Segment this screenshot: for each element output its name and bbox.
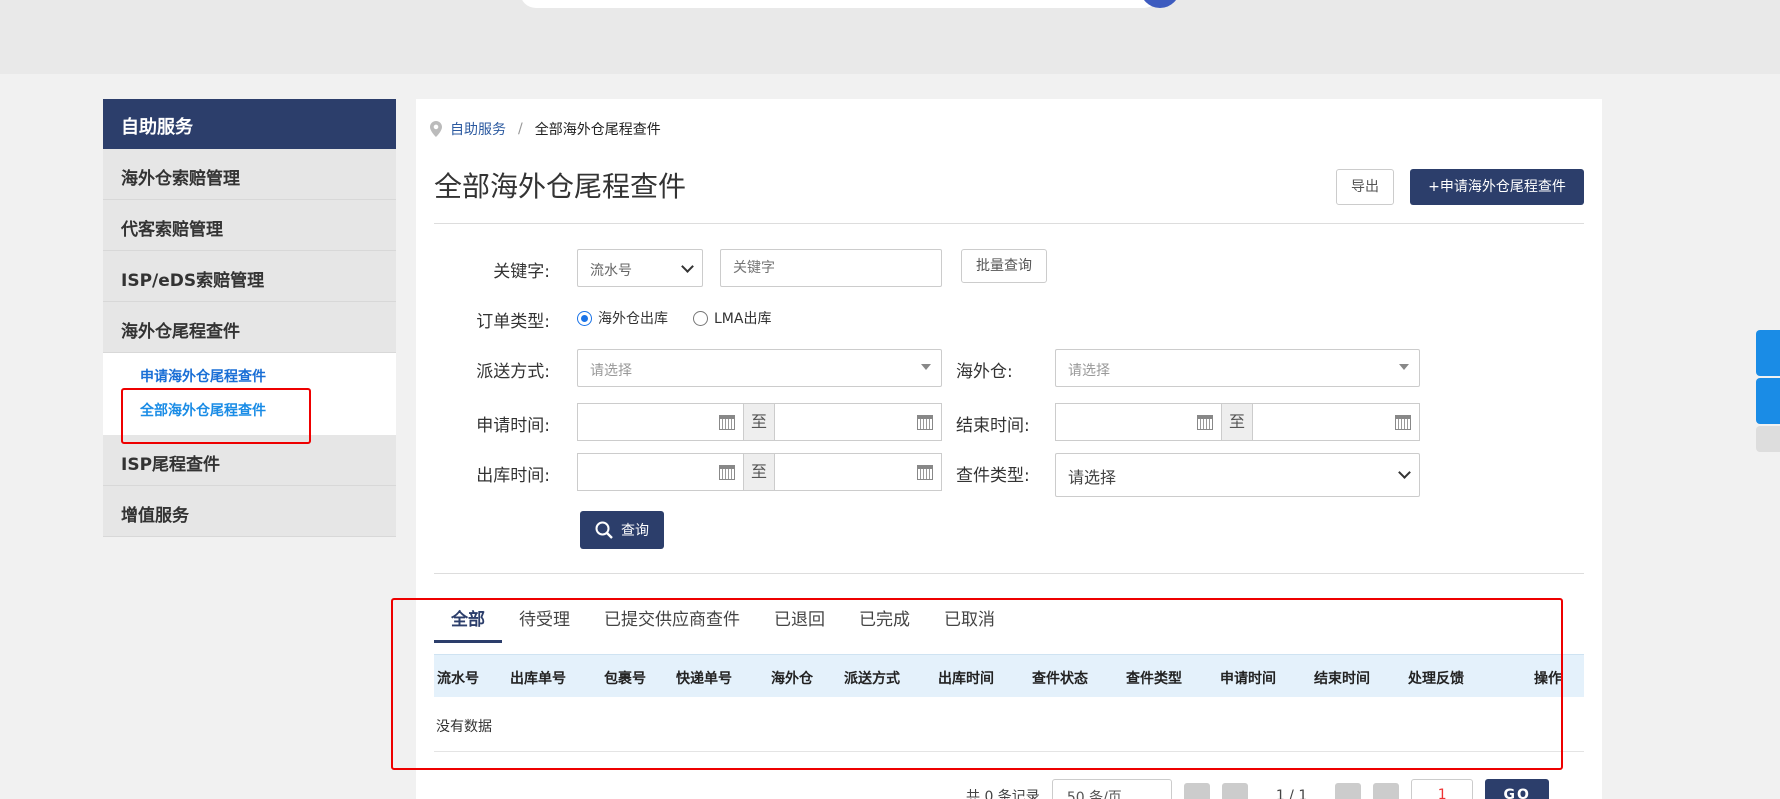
end-time-start[interactable] — [1055, 403, 1222, 441]
go-button[interactable]: GO — [1485, 779, 1550, 799]
breadcrumb: 自助服务 / 全部海外仓尾程查件 — [430, 119, 661, 139]
order-type-label: 订单类型: — [476, 312, 550, 332]
top-band — [0, 0, 1780, 74]
page-title: 全部海外仓尾程查件 — [434, 170, 687, 203]
location-pin-icon — [430, 121, 442, 137]
radio-selected-icon — [577, 310, 592, 326]
outbound-time-label: 出库时间: — [476, 466, 550, 486]
outbound-time-start[interactable] — [577, 453, 744, 491]
range-separator: 至 — [1222, 403, 1252, 441]
query-button-label: 查询 — [621, 523, 649, 539]
first-page-icon[interactable] — [1183, 783, 1210, 799]
sidebar-item-overseas-lastmile[interactable]: 海外仓尾程查件 — [103, 302, 396, 353]
caret-down-icon — [921, 364, 931, 370]
outbound-time-end[interactable] — [774, 453, 942, 491]
caret-down-icon — [1399, 364, 1409, 370]
global-search-bar[interactable] — [520, 0, 1160, 8]
order-type-option-label: LMA出库 — [714, 311, 772, 327]
keyword-input[interactable] — [720, 249, 942, 287]
calendar-icon — [719, 415, 735, 430]
radio-unselected-icon — [693, 310, 708, 326]
query-type-label: 查件类型: — [956, 466, 1030, 486]
calendar-icon — [917, 465, 933, 480]
query-type-value: 请选择 — [1068, 468, 1117, 487]
divider — [434, 223, 1584, 224]
delivery-label: 派送方式: — [476, 362, 550, 382]
sidebar-item-isp-eds-claim[interactable]: ISP/eDS索赔管理 — [103, 251, 396, 302]
last-page-icon[interactable] — [1373, 783, 1400, 799]
calendar-icon — [1395, 415, 1411, 430]
keyword-label: 关键字: — [493, 262, 550, 282]
apply-time-end[interactable] — [774, 403, 942, 441]
breadcrumb-root-link[interactable]: 自助服务 — [450, 119, 506, 139]
prev-page-icon[interactable] — [1221, 783, 1248, 799]
back-to-top-icon[interactable] — [1756, 378, 1780, 424]
apply-time-start[interactable] — [577, 403, 744, 441]
calendar-icon — [1197, 415, 1213, 430]
total-records: 共 0 条记录 — [966, 789, 1040, 799]
end-time-label: 结束时间: — [956, 416, 1030, 436]
end-time-end[interactable] — [1252, 403, 1420, 441]
page-size-value: 50 条/页 — [1066, 790, 1122, 799]
page-number-input[interactable]: 1 — [1411, 779, 1474, 799]
chevron-down-icon — [1398, 466, 1411, 479]
order-type-radio-lma[interactable]: LMA出库 — [693, 308, 771, 328]
calendar-icon — [917, 415, 933, 430]
divider — [434, 573, 1584, 574]
apply-query-button[interactable]: +申请海外仓尾程查件 — [1410, 169, 1584, 205]
query-type-select[interactable]: 请选择 — [1055, 453, 1420, 497]
query-button[interactable]: 查询 — [580, 511, 664, 549]
floating-toolbar — [1756, 330, 1780, 452]
batch-query-button[interactable]: 批量查询 — [961, 249, 1047, 283]
delivery-select[interactable]: 请选择 — [577, 349, 942, 387]
warehouse-select[interactable]: 请选择 — [1055, 349, 1420, 387]
sidebar-item-agent-claim[interactable]: 代客索赔管理 — [103, 200, 396, 251]
range-separator: 至 — [744, 403, 774, 441]
warehouse-label: 海外仓: — [956, 362, 1013, 382]
chevron-down-icon — [681, 260, 694, 273]
highlight-box-sidebar — [121, 388, 311, 444]
page-size-select[interactable]: 50 条/页 — [1051, 779, 1172, 799]
delivery-placeholder: 请选择 — [590, 363, 632, 379]
range-separator: 至 — [744, 453, 774, 491]
sidebar-item-overseas-claim[interactable]: 海外仓索赔管理 — [103, 149, 396, 200]
next-page-icon[interactable] — [1335, 783, 1362, 799]
sidebar-item-value-added[interactable]: 增值服务 — [103, 486, 396, 537]
highlight-box-table — [391, 598, 1563, 770]
warehouse-placeholder: 请选择 — [1068, 363, 1110, 379]
pagination: 共 0 条记录 50 条/页 1 / 1 1 GO — [966, 779, 1550, 799]
export-button[interactable]: 导出 — [1336, 169, 1394, 205]
breadcrumb-current: 全部海外仓尾程查件 — [534, 122, 661, 138]
search-icon — [595, 521, 613, 539]
collapse-icon[interactable] — [1756, 426, 1780, 452]
calendar-icon — [719, 465, 735, 480]
page-info: 1 / 1 — [1275, 788, 1308, 799]
keyword-type-select[interactable]: 流水号 — [577, 249, 703, 287]
chat-robot-icon[interactable] — [1756, 330, 1780, 376]
sidebar-header: 自助服务 — [103, 99, 396, 149]
sidebar: 自助服务 海外仓索赔管理 代客索赔管理 ISP/eDS索赔管理 海外仓尾程查件 … — [103, 99, 396, 537]
apply-time-label: 申请时间: — [476, 416, 550, 436]
order-type-option-label: 海外仓出库 — [598, 311, 668, 327]
breadcrumb-separator: / — [518, 121, 523, 137]
order-type-radio-overseas[interactable]: 海外仓出库 — [577, 308, 668, 328]
keyword-type-value: 流水号 — [590, 263, 632, 279]
